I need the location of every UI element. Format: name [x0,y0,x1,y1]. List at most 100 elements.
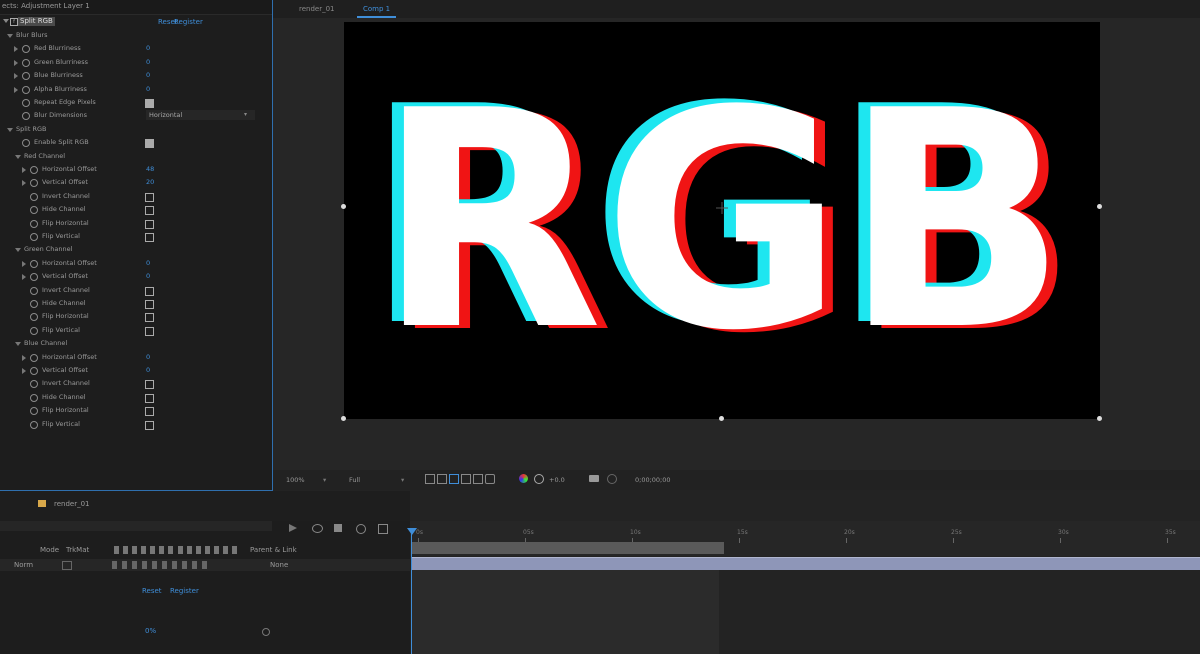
chevron-down-icon[interactable] [3,19,9,23]
checkbox[interactable] [145,313,154,323]
stopwatch-icon[interactable] [30,420,38,429]
current-time-indicator[interactable] [411,528,412,654]
stopwatch-icon[interactable] [30,259,38,268]
register-link[interactable]: Register [174,18,203,27]
checkbox[interactable] [145,420,154,430]
property-row[interactable]: Red Channel [0,151,272,164]
property-row[interactable]: Hide Channel [0,392,272,405]
disclosure-triangle-icon[interactable] [22,354,26,361]
bbox-handle-bottom[interactable] [719,416,724,421]
property-row[interactable]: Green Blurriness 0 [0,57,272,70]
checkbox[interactable] [145,286,154,296]
keyframe-nav-icon[interactable] [262,628,270,636]
property-row[interactable]: Blue Channel [0,338,272,351]
stopwatch-icon[interactable] [30,179,38,188]
property-row[interactable]: Enable Split RGB [0,137,272,150]
checkbox[interactable] [145,139,154,149]
stopwatch-icon[interactable] [30,300,38,308]
bbox-handle-bottom-left[interactable] [341,416,346,421]
property-value[interactable]: 0 [146,85,150,93]
checkbox[interactable] [145,393,154,403]
property-row[interactable]: Horizontal Offset 0 [0,258,272,271]
stopwatch-icon[interactable] [30,206,38,215]
effect-name[interactable]: Split RGB [18,17,55,26]
disclosure-triangle-icon[interactable] [7,127,13,132]
checkbox[interactable] [145,326,154,336]
current-time-display[interactable]: 0;00;00;00 [635,476,671,484]
parent-dropdown[interactable]: None [270,561,288,570]
checkbox[interactable] [145,233,154,242]
stopwatch-icon[interactable] [30,219,38,228]
property-row[interactable]: Flip Horizontal [0,311,272,324]
property-value[interactable]: 0 [146,353,150,361]
stopwatch-icon[interactable] [30,166,38,174]
work-area-bar[interactable] [411,542,724,554]
exposure-value[interactable]: +0.0 [549,476,565,484]
stopwatch-icon[interactable] [22,99,30,107]
shy-layers-icon[interactable] [312,524,323,533]
property-row[interactable]: Hide Channel [0,298,272,311]
stopwatch-icon[interactable] [30,192,38,201]
property-row[interactable]: Repeat Edge Pixels [0,97,272,110]
camera-snapshot-icon[interactable] [589,475,599,482]
property-row[interactable]: Invert Channel [0,285,272,298]
stopwatch-icon[interactable] [30,273,38,282]
disclosure-triangle-icon[interactable] [14,59,18,66]
effect-header-row[interactable]: f Split RGB Reset Register [0,16,272,29]
disclosure-triangle-icon[interactable] [14,86,18,93]
bbox-handle-bottom-right[interactable] [1097,416,1102,421]
property-value[interactable]: 0 [146,272,150,280]
disclosure-triangle-icon[interactable] [14,46,18,53]
stopwatch-icon[interactable] [30,326,38,335]
disclosure-triangle-icon[interactable] [22,167,26,173]
grid-guides-icon[interactable] [461,474,471,484]
exposure-reset-icon[interactable] [534,474,544,484]
stopwatch-icon[interactable] [30,353,38,362]
property-row[interactable]: Blur Blurs [0,30,272,43]
stopwatch-icon[interactable] [30,380,38,389]
checkbox[interactable] [145,380,154,390]
tab-render[interactable]: render_01 [293,3,341,16]
composition-canvas[interactable]: RGB RGB RGB [344,22,1100,419]
register-link-timeline[interactable]: Register [170,587,199,596]
bbox-handle-left[interactable] [341,204,346,209]
property-row[interactable]: Vertical Offset 0 [0,271,272,284]
resolution-dropdown-chevron[interactable]: ▾ [401,476,404,484]
layer-row[interactable]: Norm None [0,559,410,571]
stopwatch-icon[interactable] [22,45,30,54]
property-row[interactable]: Flip Horizontal [0,405,272,418]
disclosure-triangle-icon[interactable] [7,34,13,38]
stopwatch-icon[interactable] [30,313,38,322]
project-item-name[interactable]: render_01 [54,500,90,509]
property-value[interactable]: 20 [146,178,154,186]
frame-blending-icon[interactable] [334,524,342,532]
disclosure-triangle-icon[interactable] [15,248,21,253]
property-value[interactable]: 0 [146,58,150,66]
region-of-interest-icon[interactable] [425,474,435,484]
property-row[interactable]: Horizontal Offset 48 [0,164,272,177]
zoom-dropdown-chevron[interactable]: ▾ [323,476,326,484]
stopwatch-icon[interactable] [22,72,30,81]
property-value[interactable]: 48 [146,165,154,173]
layer-switches[interactable] [112,561,212,569]
checkbox[interactable] [145,99,154,108]
property-row[interactable]: Invert Channel [0,378,272,391]
property-row[interactable]: Blue Blurriness 0 [0,70,272,83]
disclosure-triangle-icon[interactable] [22,274,26,281]
timeline-search-bar[interactable] [0,521,272,531]
property-row[interactable]: Flip Vertical [0,231,272,244]
stopwatch-icon[interactable] [30,233,38,241]
checkbox[interactable] [145,407,154,417]
reset-link-timeline[interactable]: Reset [142,587,162,596]
stopwatch-icon[interactable] [30,393,38,402]
property-row[interactable]: Flip Vertical [0,419,272,432]
mask-visibility-icon[interactable] [449,474,459,484]
disclosure-triangle-icon[interactable] [22,180,26,187]
color-channel-icon[interactable] [519,474,528,483]
checkbox[interactable] [145,206,154,216]
fx-icon[interactable]: f [10,18,18,26]
layer-mode-dropdown[interactable]: Norm [14,561,33,570]
stopwatch-icon[interactable] [22,112,30,121]
channel-icon[interactable] [485,474,495,484]
property-row[interactable]: Red Blurriness 0 [0,43,272,56]
